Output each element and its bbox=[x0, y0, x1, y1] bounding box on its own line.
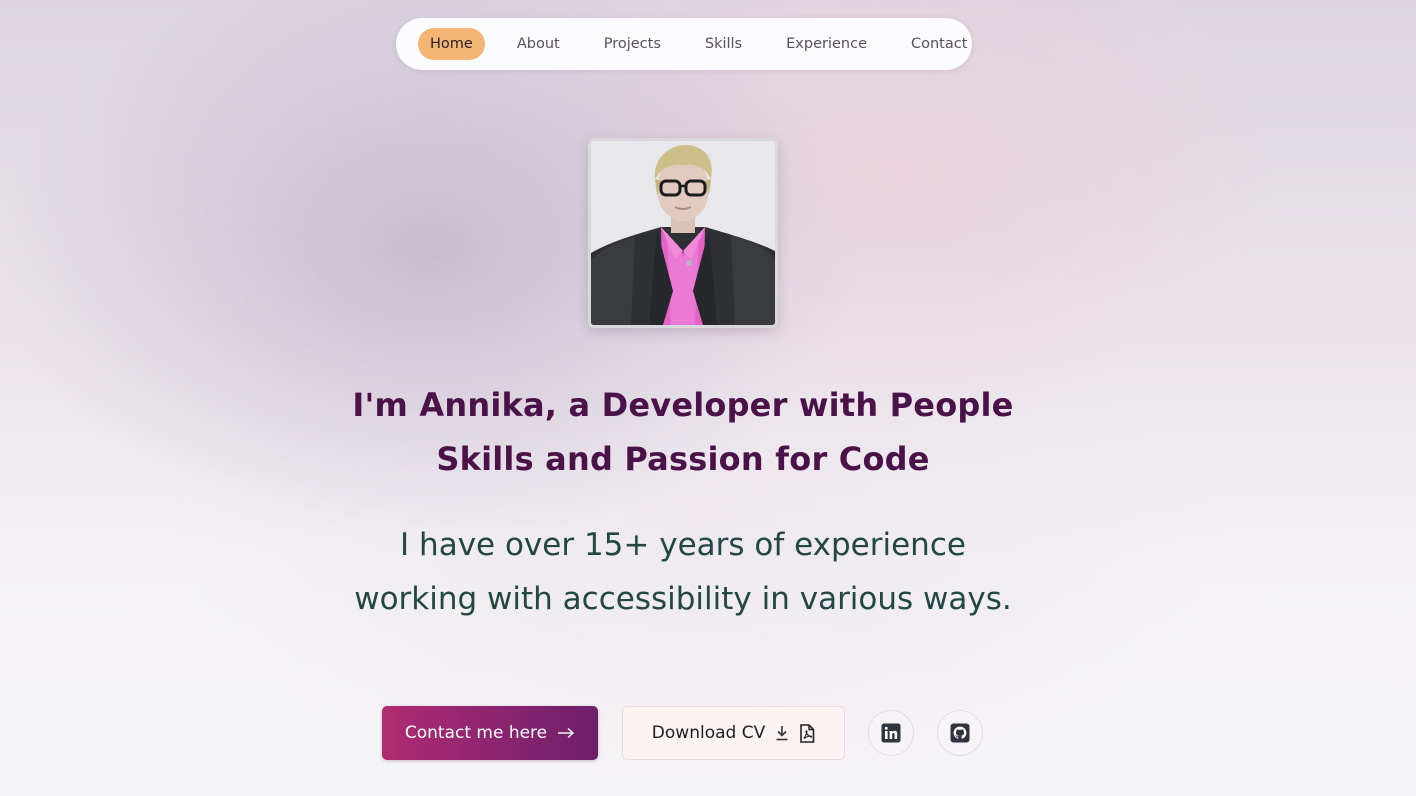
nav-item-skills[interactable]: Skills bbox=[693, 28, 754, 60]
linkedin-button[interactable] bbox=[868, 710, 914, 756]
nav-item-experience[interactable]: Experience bbox=[774, 28, 879, 60]
hero-subline-line2: working with accessibility in various wa… bbox=[354, 581, 1012, 617]
contact-me-button[interactable]: Contact me here bbox=[382, 706, 598, 760]
nav-item-projects[interactable]: Projects bbox=[592, 28, 673, 60]
hero-subline-line1: I have over 15+ years of experience bbox=[400, 527, 966, 563]
hero-headline-line2: Skills and Passion for Code bbox=[436, 440, 930, 478]
profile-photo bbox=[588, 138, 778, 328]
pdf-file-icon bbox=[799, 723, 815, 743]
linkedin-icon bbox=[881, 723, 901, 743]
nav-item-about[interactable]: About bbox=[505, 28, 572, 60]
arrow-right-icon bbox=[557, 727, 575, 739]
download-cv-button[interactable]: Download CV bbox=[622, 706, 845, 760]
download-cv-label: Download CV bbox=[651, 723, 766, 743]
main-nav: Home About Projects Skills Experience Co… bbox=[396, 18, 972, 70]
contact-me-label: Contact me here bbox=[404, 723, 548, 743]
download-icon bbox=[775, 725, 789, 741]
hero-subline: I have over 15+ years of experience work… bbox=[283, 518, 1083, 626]
nav-item-home[interactable]: Home bbox=[418, 28, 485, 60]
github-icon bbox=[950, 723, 970, 743]
github-button[interactable] bbox=[937, 710, 983, 756]
profile-portrait bbox=[591, 141, 775, 325]
nav-item-contact[interactable]: Contact bbox=[899, 28, 979, 60]
hero-headline: I'm Annika, a Developer with People Skil… bbox=[308, 378, 1058, 486]
hero-headline-line1: I'm Annika, a Developer with People bbox=[352, 386, 1014, 424]
